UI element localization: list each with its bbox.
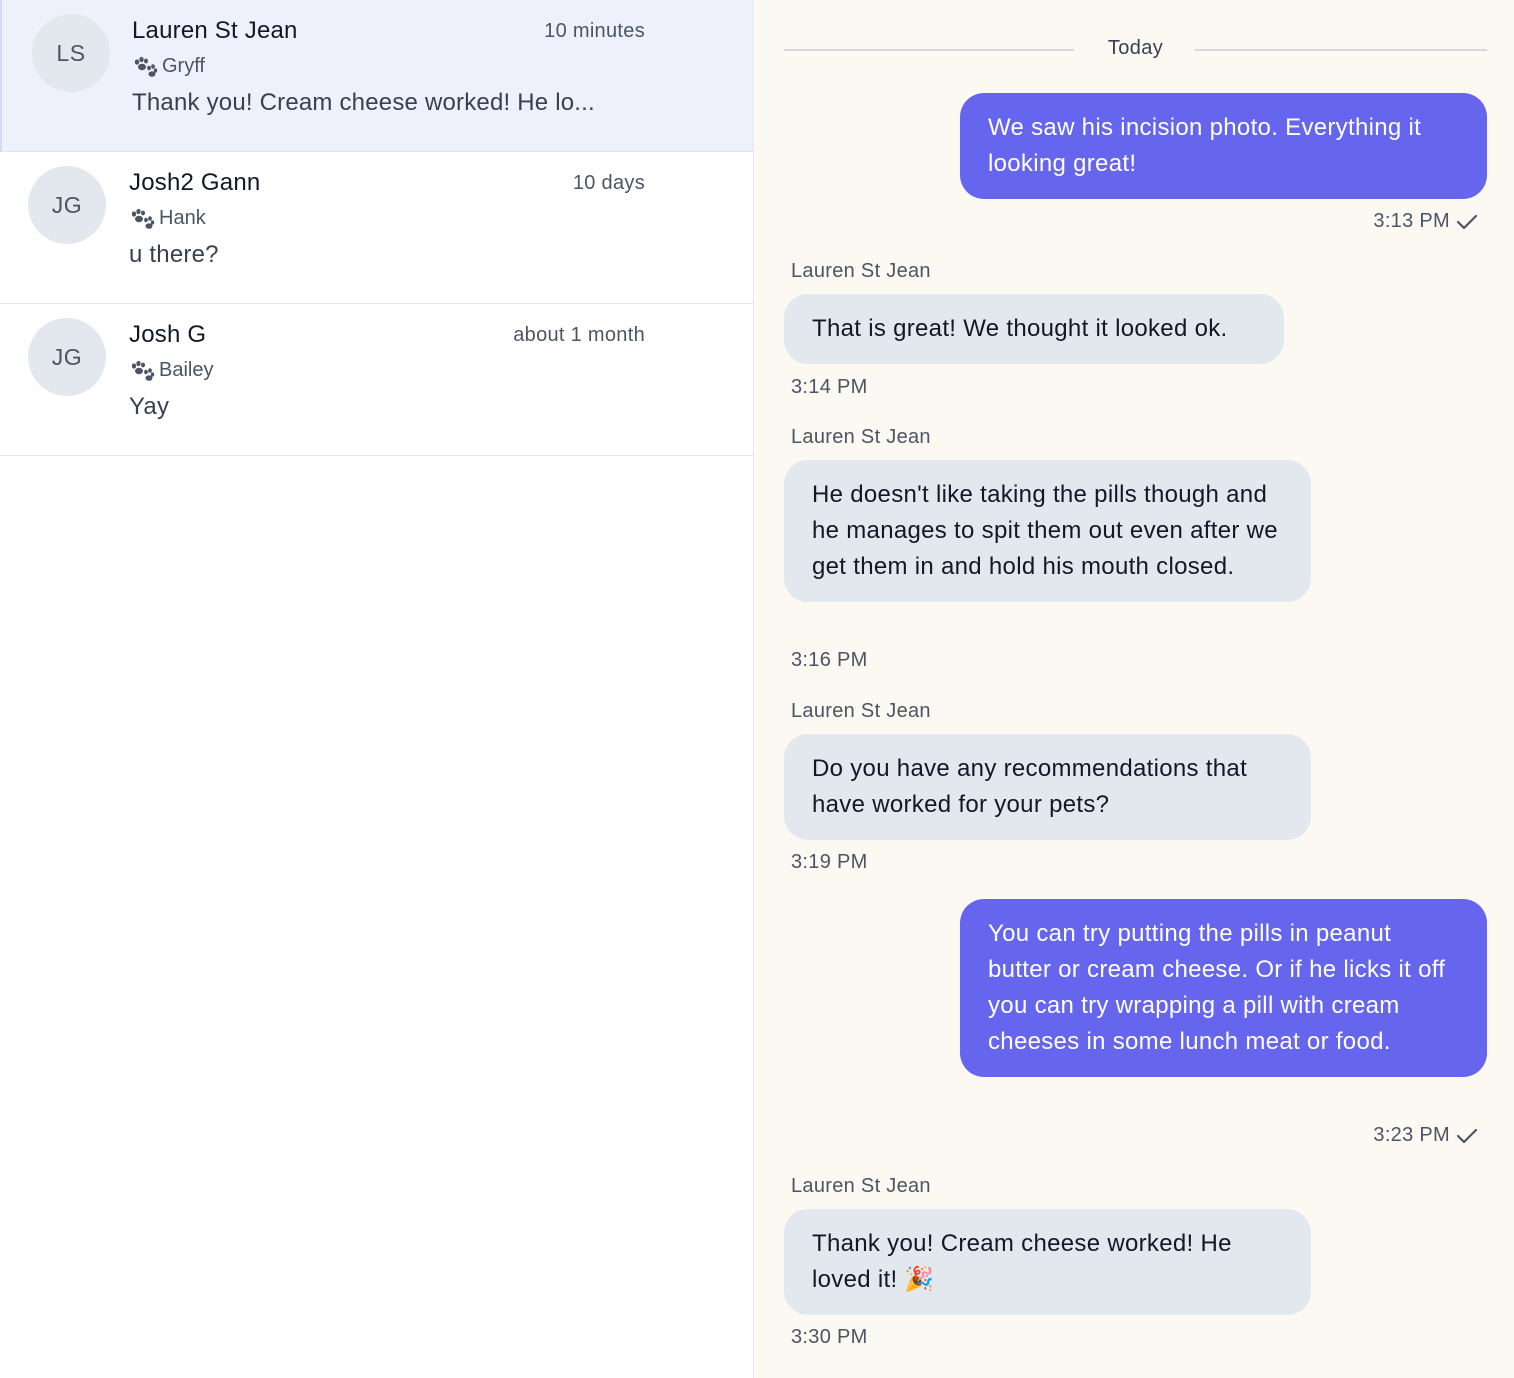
- conversation-list: LS Lauren St Jean 10 minutes Gryff Thank…: [0, 0, 754, 1378]
- conversation-pet: Gryff: [132, 55, 205, 78]
- message-sender: Lauren St Jean: [791, 426, 931, 448]
- message-bubble-incoming[interactable]: Thank you! Cream cheese worked! He loved…: [784, 1209, 1311, 1315]
- paw-icon: [134, 56, 158, 77]
- conversation-item-josh2-gann[interactable]: JG Josh2 Gann 10 days Hank u there?: [0, 152, 753, 304]
- conversation-pet: Bailey: [129, 359, 213, 382]
- divider-line: [1195, 49, 1487, 51]
- paw-icon: [131, 208, 155, 229]
- message-timestamp: 3:23 PM: [1373, 1124, 1478, 1147]
- message-thread[interactable]: Today We saw his incision photo. Everyth…: [755, 0, 1514, 1378]
- timestamp-text: 3:23 PM: [1373, 1124, 1450, 1146]
- message-sender: Lauren St Jean: [791, 1175, 931, 1197]
- conversation-time: 10 minutes: [544, 20, 645, 42]
- day-divider: Today: [784, 36, 1487, 64]
- conversation-name: Lauren St Jean: [132, 17, 298, 44]
- message-bubble-incoming[interactable]: That is great! We thought it looked ok.: [784, 294, 1284, 364]
- conversation-preview: Thank you! Cream cheese worked! He lo...: [132, 89, 595, 116]
- message-bubble-outgoing[interactable]: You can try putting the pills in peanut …: [960, 899, 1487, 1077]
- message-sender: Lauren St Jean: [791, 700, 931, 722]
- conversation-time: about 1 month: [513, 324, 645, 346]
- avatar: LS: [32, 14, 110, 92]
- conversation-time: 10 days: [572, 172, 645, 194]
- conversation-item-lauren-st-jean[interactable]: LS Lauren St Jean 10 minutes Gryff Thank…: [0, 0, 753, 152]
- pet-name: Gryff: [162, 55, 205, 77]
- message-timestamp: 3:30 PM: [791, 1326, 868, 1348]
- timestamp-text: 3:13 PM: [1373, 210, 1450, 232]
- message-sender: Lauren St Jean: [791, 260, 931, 282]
- message-timestamp: 3:19 PM: [791, 851, 868, 873]
- paw-icon: [131, 360, 155, 381]
- conversation-preview: u there?: [129, 241, 219, 268]
- message-timestamp: 3:14 PM: [791, 376, 868, 398]
- conversation-item-josh-g[interactable]: JG Josh G about 1 month Bailey Yay: [0, 304, 753, 456]
- conversation-pet: Hank: [129, 207, 206, 230]
- pet-name: Hank: [159, 207, 206, 229]
- pet-name: Bailey: [159, 359, 214, 381]
- avatar: JG: [28, 166, 106, 244]
- message-timestamp: 3:13 PM: [1373, 210, 1478, 233]
- check-icon: [1456, 214, 1478, 229]
- message-bubble-incoming[interactable]: Do you have any recommendations that hav…: [784, 734, 1311, 840]
- conversation-name: Josh2 Gann: [129, 169, 261, 196]
- conversation-name: Josh G: [129, 321, 207, 348]
- message-bubble-incoming[interactable]: He doesn't like taking the pills though …: [784, 460, 1311, 602]
- message-bubble-outgoing[interactable]: We saw his incision photo. Everything it…: [960, 93, 1487, 199]
- conversation-preview: Yay: [129, 393, 170, 420]
- check-icon: [1456, 1128, 1478, 1143]
- avatar: JG: [28, 318, 106, 396]
- message-timestamp: 3:16 PM: [791, 649, 868, 671]
